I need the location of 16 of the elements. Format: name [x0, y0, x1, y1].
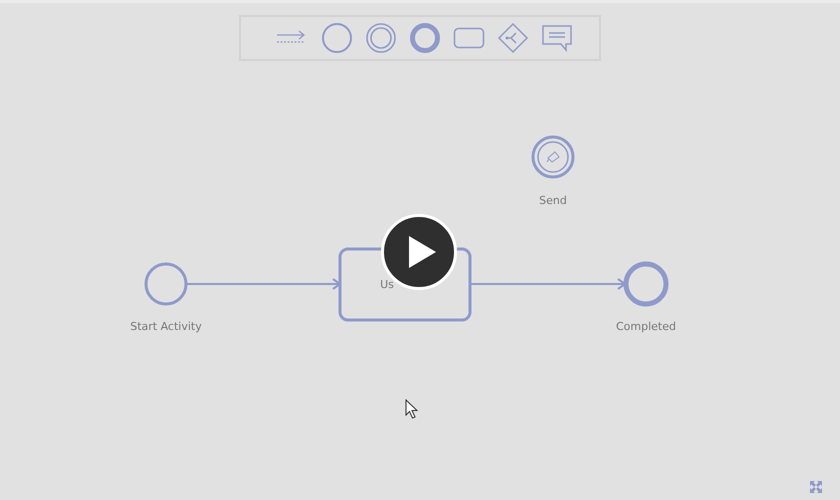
end-event-circle: [624, 262, 668, 306]
node-label: Us: [380, 278, 394, 291]
node-label: Completed: [616, 320, 676, 333]
circle-icon[interactable]: [321, 22, 353, 54]
rectangle-icon[interactable]: [453, 26, 485, 50]
double-circle-icon[interactable]: [365, 22, 397, 54]
start-event-circle: [144, 262, 188, 306]
node-label: Start Activity: [130, 320, 202, 333]
speech-bubble-icon[interactable]: [541, 23, 573, 53]
message-event-circle: [532, 136, 574, 178]
node-label: Send: [539, 194, 567, 207]
mouse-cursor-icon: [405, 399, 419, 421]
fullscreen-icon[interactable]: [810, 481, 822, 493]
play-icon: [407, 235, 437, 269]
diamond-icon[interactable]: [497, 22, 529, 54]
thick-circle-icon[interactable]: [409, 22, 441, 54]
